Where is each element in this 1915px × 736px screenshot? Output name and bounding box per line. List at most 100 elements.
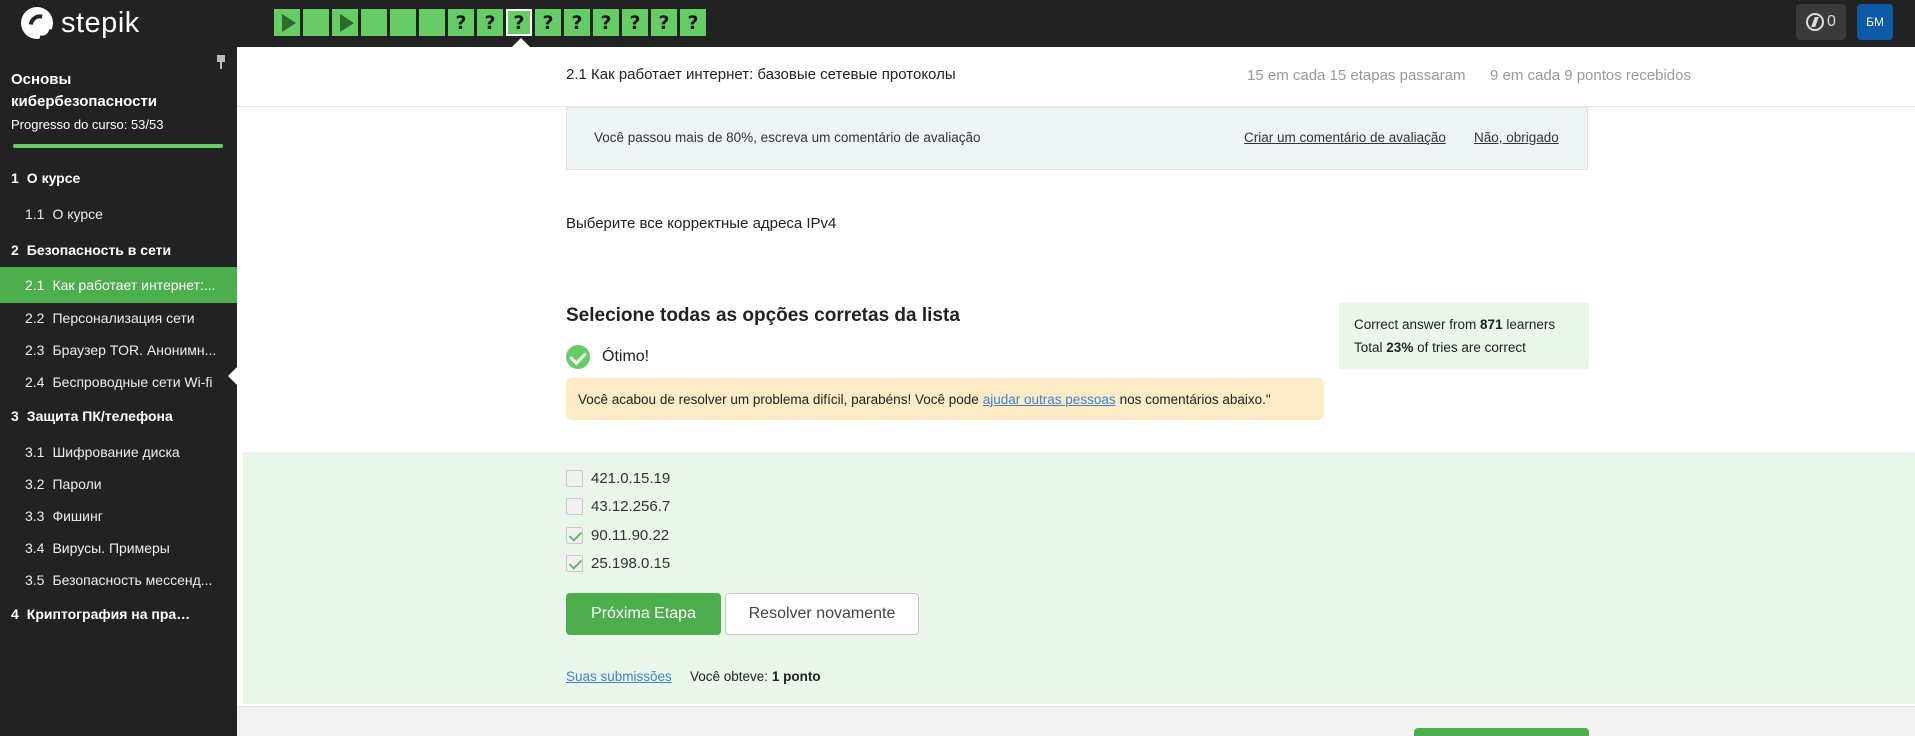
energy-icon (1806, 13, 1825, 31)
sidebar-lesson[interactable]: 2.1 Как работает интернет:... (0, 267, 237, 303)
answer-area (243, 452, 1915, 704)
avatar[interactable]: БМ (1857, 4, 1893, 40)
checkbox-icon[interactable] (566, 469, 583, 487)
active-lesson-pointer (228, 367, 237, 385)
sidebar-item-label: Фишинг (52, 508, 103, 524)
sidebar-section[interactable]: 4 Криптография на практи... (0, 596, 237, 632)
sidebar-item-number: 2 (11, 242, 19, 258)
answer-option[interactable]: 90.11.90.22 (566, 525, 669, 545)
main-content: 2.1 Как работает интернет: базовые сетев… (237, 47, 1915, 736)
answer-option-label: 90.11.90.22 (591, 526, 670, 544)
answer-option[interactable]: 43.12.256.7 (566, 496, 670, 516)
create-review-link[interactable]: Criar um comentário de avaliação (1244, 130, 1446, 145)
sidebar-section[interactable]: 2 Безопасность в сети (0, 232, 237, 268)
answer-option[interactable]: 25.198.0.15 (566, 553, 670, 573)
sidebar-lesson[interactable]: 2.4 Беспроводные сети Wi-fi (0, 364, 237, 400)
course-title[interactable]: Основы кибербезопасности (11, 69, 211, 113)
quiz-step-icon[interactable]: ? (448, 9, 474, 36)
video-step-icon[interactable] (332, 9, 358, 36)
checkbox-checked-icon[interactable] (566, 554, 583, 572)
sidebar-lesson[interactable]: 2.3 Браузер TOR. Анонимн... (0, 332, 237, 368)
review-prompt-text: Você passou mais de 80%, escreva um come… (594, 130, 981, 145)
sidebar-item-number: 2.2 (25, 310, 45, 326)
course-sidebar: Основы кибербезопасности Progresso do cu… (0, 47, 237, 736)
text-step-icon[interactable] (361, 9, 387, 36)
text-step-icon[interactable] (390, 9, 416, 36)
answer-option-label: 25.198.0.15 (591, 554, 671, 572)
stepik-logo-icon (21, 7, 53, 39)
quiz-step-icon[interactable]: ? (593, 9, 619, 36)
submissions-link[interactable]: Suas submissões (566, 669, 672, 684)
checkbox-checked-icon[interactable] (566, 526, 583, 544)
next-lesson-button[interactable] (1414, 728, 1589, 736)
course-progress-fill (13, 144, 223, 148)
next-step-button[interactable]: Próxima Etapa (566, 593, 721, 635)
sidebar-item-label: Пароли (52, 476, 102, 492)
sidebar-item-label: Беспроводные сети Wi-fi (52, 374, 213, 390)
video-step-icon[interactable] (274, 9, 300, 36)
sidebar-item-number: 3 (11, 408, 19, 424)
answer-option[interactable]: 421.0.15.19 (566, 468, 670, 488)
step-navigation: ????????? (274, 9, 709, 36)
energy-count: 0 (1827, 13, 1836, 30)
sidebar-lesson[interactable]: 3.4 Вирусы. Примеры (0, 530, 237, 566)
question-text: Выберите все корректные адреса IPv4 (566, 215, 837, 232)
review-prompt: Você passou mais de 80%, escreva um come… (566, 107, 1588, 170)
hint-text-after: nos comentários abaixo." (1119, 391, 1271, 407)
stepik-logo[interactable]: stepik (21, 6, 140, 40)
congrats-hint: Você acabou de resolver um problema difí… (566, 378, 1324, 420)
check-circle-icon (566, 345, 590, 369)
sidebar-item-number: 1 (11, 170, 19, 186)
sidebar-lesson[interactable]: 1.1 О курсе (0, 196, 237, 232)
sidebar-item-label: Браузер TOR. Анонимн... (52, 342, 217, 358)
sidebar-item-label: Шифрование диска (52, 444, 180, 460)
pin-icon[interactable] (216, 55, 226, 69)
sidebar-lesson[interactable]: 3.1 Шифрование диска (0, 434, 237, 470)
top-bar: stepik ????????? 0 БМ (0, 0, 1915, 47)
help-others-link[interactable]: ajudar outras pessoas (983, 392, 1116, 407)
sidebar-section[interactable]: 1 О курсе (0, 160, 237, 196)
sidebar-item-number: 2.1 (25, 277, 45, 293)
lesson-points: 9 em cada 9 pontos recebidos (1490, 67, 1691, 84)
answer-option-label: 43.12.256.7 (591, 497, 671, 515)
answer-stats: Correct answer from 871 learners Total 2… (1339, 302, 1589, 369)
quiz-step-icon[interactable]: ? (535, 9, 561, 36)
quiz-step-icon[interactable]: ? (564, 9, 590, 36)
result-text: Ótimo! (602, 348, 650, 365)
sidebar-item-number: 3.5 (25, 572, 45, 588)
footer-strip (237, 706, 1915, 736)
quiz-step-icon[interactable]: ? (477, 9, 503, 36)
quiz-step-icon[interactable]: ? (622, 9, 648, 36)
sidebar-lesson[interactable]: 2.2 Персонализация сети (0, 300, 237, 336)
sidebar-item-number: 1.1 (25, 206, 45, 222)
sidebar-item-label: Персонализация сети (52, 310, 195, 326)
lesson-header: 2.1 Как работает интернет: базовые сетев… (237, 47, 1915, 107)
sidebar-item-number: 3.4 (25, 540, 45, 556)
stats-line-tries: Total 23% of tries are correct (1354, 340, 1526, 355)
sidebar-lesson[interactable]: 3.2 Пароли (0, 466, 237, 502)
solve-again-button[interactable]: Resolver novamente (725, 593, 919, 635)
sidebar-item-number: 3.2 (25, 476, 45, 492)
logo-text: stepik (61, 6, 140, 39)
course-progress-bar (13, 144, 223, 148)
text-step-icon[interactable] (419, 9, 445, 36)
quiz-step-icon[interactable]: ? (680, 9, 706, 36)
lesson-steps-passed: 15 em cada 15 etapas passaram (1247, 67, 1466, 84)
quiz-step-icon[interactable]: ? (506, 9, 532, 36)
score-text: Você obteve: 1 ponto (690, 669, 821, 684)
sidebar-lesson[interactable]: 3.5 Безопасность мессенд... (0, 562, 237, 598)
sidebar-item-label: Защита ПК/телефона (26, 408, 173, 424)
checkbox-icon[interactable] (566, 497, 583, 515)
sidebar-section[interactable]: 3 Защита ПК/телефона (0, 398, 237, 434)
sidebar-item-number: 4 (11, 606, 19, 622)
text-step-icon[interactable] (303, 9, 329, 36)
stats-line-learners: Correct answer from 871 learners (1354, 317, 1556, 332)
sidebar-lesson[interactable]: 3.3 Фишинг (0, 498, 237, 534)
quiz-title: Selecione todas as opções corretas da li… (566, 305, 960, 326)
sidebar-item-label: Безопасность в сети (26, 242, 172, 258)
sidebar-item-label: Как работает интернет:... (52, 277, 216, 293)
decline-review-link[interactable]: Não, obrigado (1474, 130, 1559, 145)
sidebar-item-label: О курсе (52, 206, 103, 222)
quiz-step-icon[interactable]: ? (651, 9, 677, 36)
energy-counter[interactable]: 0 (1796, 4, 1846, 40)
